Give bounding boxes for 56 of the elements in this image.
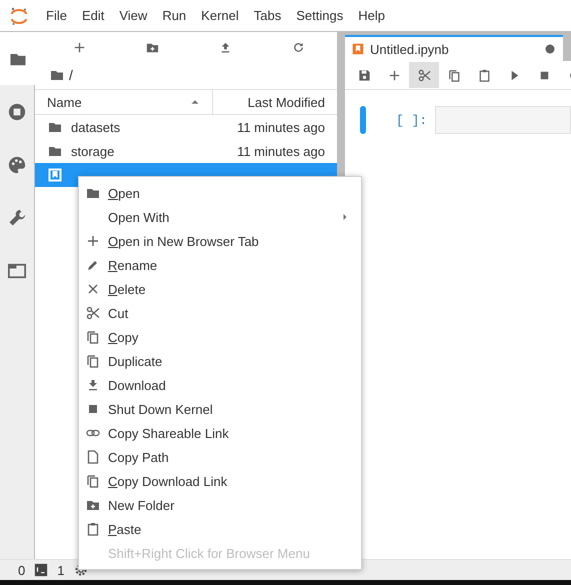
- kernel-count[interactable]: 1: [57, 562, 64, 578]
- column-header[interactable]: Last Modified: [213, 90, 337, 114]
- breadcrumb[interactable]: /: [69, 67, 73, 83]
- copy-icon[interactable]: [85, 329, 101, 345]
- menu-item[interactable]: Copy Download Link: [108, 474, 353, 488]
- stop-circle-icon[interactable]: [7, 102, 27, 122]
- menu-item[interactable]: Open With: [108, 210, 339, 224]
- save-icon[interactable]: [356, 68, 372, 82]
- menu-item[interactable]: Help: [358, 8, 385, 23]
- active-cell-marker: [360, 106, 366, 134]
- menu-item[interactable]: New Folder: [108, 498, 353, 512]
- sidebar-tab[interactable]: [0, 32, 35, 85]
- paste-icon[interactable]: [476, 68, 492, 82]
- menu-item[interactable]: Duplicate: [108, 354, 353, 368]
- logo-icon: [10, 6, 28, 26]
- cut-button[interactable]: [409, 62, 439, 88]
- scissors-icon[interactable]: [85, 305, 101, 321]
- notebook-tab[interactable]: Untitled.ipynb: [345, 35, 563, 61]
- cut-icon[interactable]: [416, 68, 432, 82]
- menu-item[interactable]: Copy Shareable Link: [108, 426, 353, 440]
- menu-item[interactable]: File: [46, 8, 67, 23]
- menu-item[interactable]: Kernel: [201, 8, 239, 23]
- copy-icon[interactable]: [446, 68, 462, 82]
- notebook-icon[interactable]: [351, 42, 365, 56]
- copy-icon[interactable]: [85, 473, 101, 489]
- clipboard-icon[interactable]: [85, 521, 101, 537]
- cell-prompt: [ ]:: [396, 112, 428, 128]
- menu-item[interactable]: Tabs: [254, 8, 282, 23]
- file-row[interactable]: datasets 11 minutes ago: [35, 115, 337, 139]
- palette-icon[interactable]: [7, 154, 27, 174]
- circle-icon[interactable]: [545, 44, 555, 54]
- plus-icon[interactable]: [85, 233, 101, 249]
- wrench-icon[interactable]: [7, 208, 27, 228]
- terminal-icon[interactable]: [34, 563, 48, 577]
- menu-item[interactable]: Open: [108, 186, 353, 200]
- menu-item[interactable]: View: [119, 8, 148, 23]
- copy-icon[interactable]: [85, 353, 101, 369]
- menu-item[interactable]: Copy Path: [108, 450, 353, 464]
- file-icon[interactable]: [85, 449, 101, 465]
- menu-hint: Shift+Right Click for Browser Menu: [108, 546, 311, 560]
- menu-item[interactable]: Paste: [108, 522, 353, 536]
- file-row[interactable]: storage 11 minutes ago: [35, 139, 337, 163]
- menu-item[interactable]: Shut Down Kernel: [108, 402, 353, 416]
- menu-item[interactable]: Open in New Browser Tab: [108, 234, 353, 248]
- menu-item[interactable]: Cut: [108, 306, 353, 320]
- menu-item[interactable]: Copy: [108, 330, 353, 344]
- menu-item[interactable]: Download: [108, 378, 353, 392]
- menu-item[interactable]: Delete: [108, 282, 353, 296]
- column-header[interactable]: Name: [35, 90, 213, 114]
- menu-item[interactable]: Rename: [108, 258, 353, 272]
- menu-item[interactable]: Run: [162, 8, 186, 23]
- notebook-icon[interactable]: [47, 167, 63, 183]
- code-input[interactable]: [435, 106, 571, 134]
- menu-item[interactable]: Settings: [296, 8, 344, 23]
- menu-item[interactable]: Edit: [82, 8, 104, 23]
- terminal-count[interactable]: 0: [18, 562, 26, 578]
